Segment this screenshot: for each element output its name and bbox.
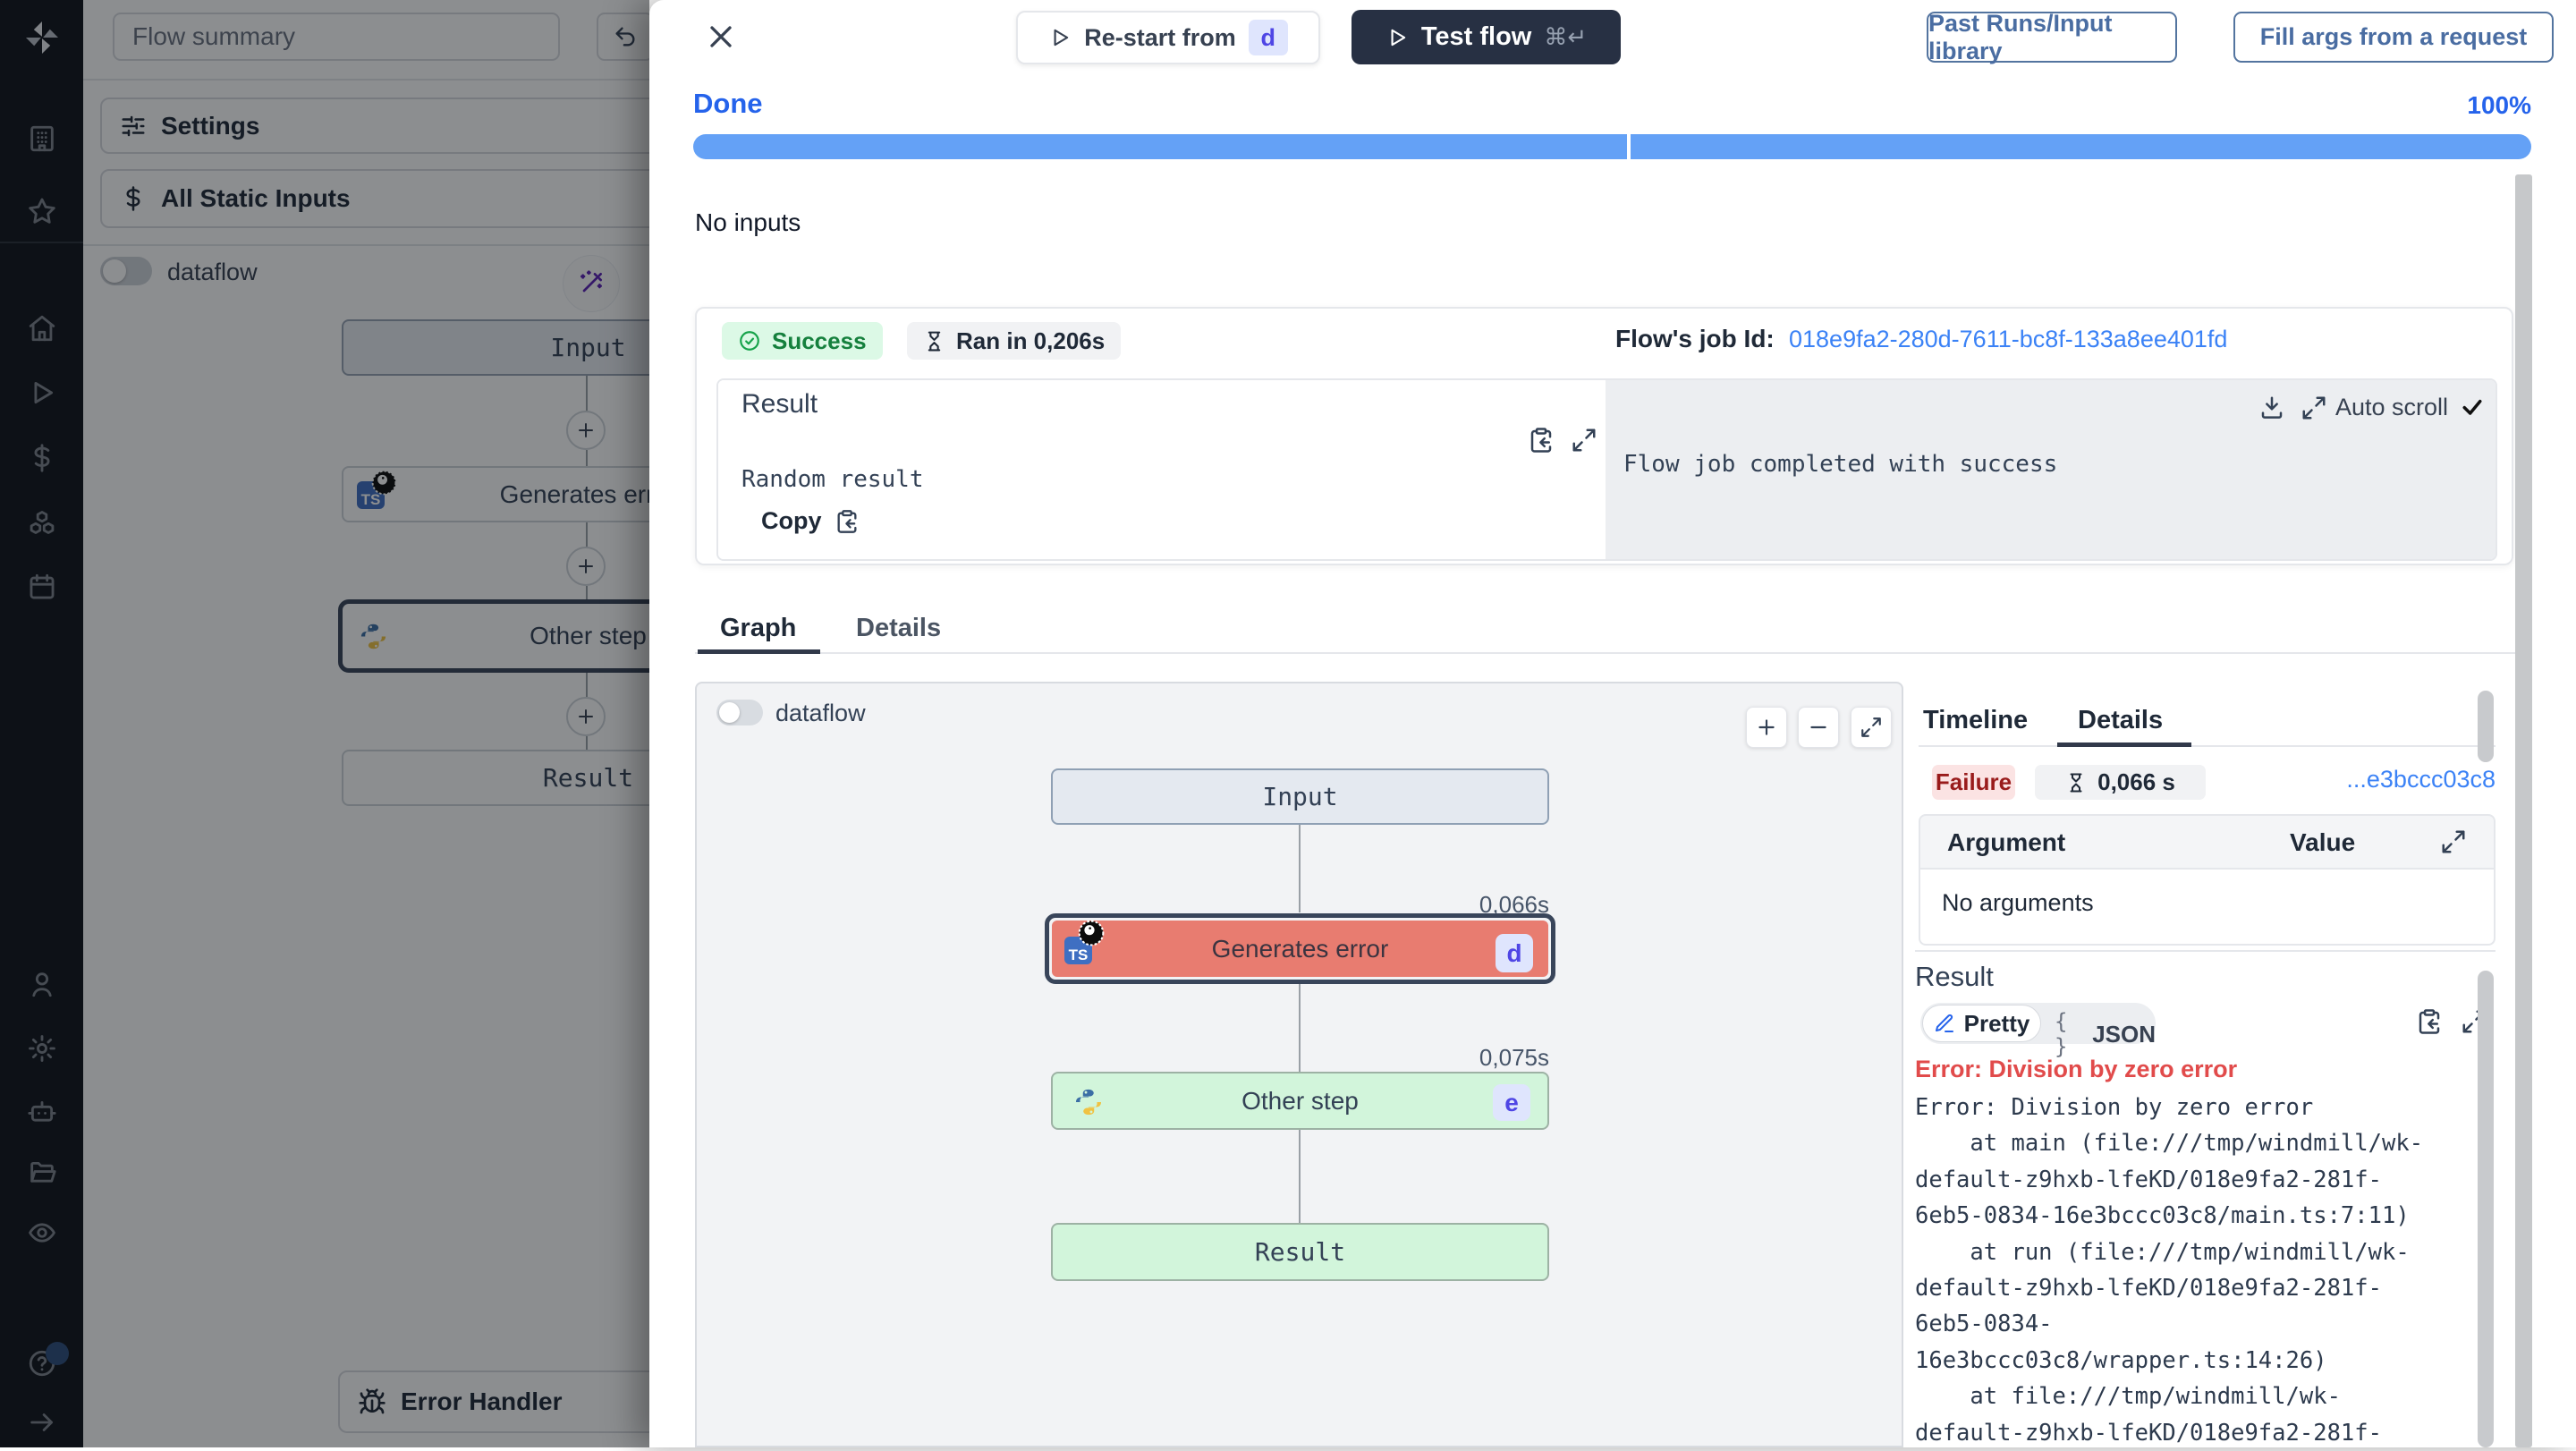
expand-logs-icon[interactable] <box>2301 395 2327 421</box>
auto-scroll-check-icon <box>2460 395 2485 420</box>
modal-scrollbar[interactable] <box>2515 174 2532 1447</box>
json-label: JSON <box>2092 1021 2156 1048</box>
graph-node-step1-label: Generates error <box>1212 935 1389 963</box>
graph-node-step2[interactable]: Other step e <box>1051 1072 1549 1130</box>
modal-backdrop[interactable] <box>0 0 649 1447</box>
step2-time: 0,075s <box>1051 1044 1549 1072</box>
tab-graph[interactable]: Graph <box>720 614 796 643</box>
progress-bar <box>693 134 2531 159</box>
graph-node-step2-label: Other step <box>1241 1087 1359 1116</box>
details-divider <box>1915 950 2496 952</box>
past-runs-button[interactable]: Past Runs/Input library <box>1927 12 2177 63</box>
pretty-label: Pretty <box>1964 1010 2030 1038</box>
logs-pane: Auto scroll Flow job completed with succ… <box>1606 380 2497 559</box>
past-runs-label: Past Runs/Input library <box>1928 10 2175 65</box>
result-value: Random result <box>741 466 924 493</box>
graph-dataflow-label: dataflow <box>775 700 866 727</box>
tab-step-details-underline <box>2057 742 2191 747</box>
graph-node-result-label: Result <box>1255 1237 1345 1267</box>
close-icon[interactable] <box>703 19 739 55</box>
test-flow-button[interactable]: Test flow ⌘↵ <box>1352 10 1621 64</box>
progress-bar-segment-divider <box>1627 134 1631 159</box>
fill-args-label: Fill args from a request <box>2260 23 2528 51</box>
braces-icon: { } <box>2055 1009 2083 1059</box>
json-toggle-button[interactable]: { } JSON <box>2055 1009 2156 1059</box>
graph-dataflow-toggle[interactable] <box>716 700 763 726</box>
graph-node-input[interactable]: Input <box>1051 768 1549 825</box>
graph-node-input-label: Input <box>1262 782 1337 811</box>
deno-icon <box>1077 919 1106 947</box>
log-text: Flow job completed with success <box>1623 451 2057 478</box>
details-tabbar-border <box>1919 745 2496 747</box>
zoom-out-button[interactable] <box>1798 707 1839 748</box>
tab-timeline[interactable]: Timeline <box>1923 706 2028 735</box>
graph-panel: dataflow Input 0,066s Generates error TS <box>695 682 1903 1447</box>
step2-key-badge: e <box>1493 1084 1530 1121</box>
step1-key-badge: d <box>1496 934 1533 972</box>
test-flow-shortcut: ⌘↵ <box>1544 24 1587 51</box>
copy-step-result-icon[interactable] <box>2416 1008 2443 1035</box>
restart-key-badge: d <box>1249 20 1288 55</box>
details-panel-scrollbar[interactable] <box>2478 691 2494 762</box>
tab-step-details[interactable]: Details <box>2078 706 2163 735</box>
copy-result-icon[interactable] <box>1528 427 1555 454</box>
failure-badge: Failure <box>1932 765 2015 800</box>
duration-badge: Ran in 0,206s <box>907 322 1121 360</box>
graph-node-result[interactable]: Result <box>1051 1223 1549 1281</box>
restart-from-button[interactable]: Re-start from d <box>1016 11 1320 64</box>
copy-button[interactable]: Copy <box>761 507 860 535</box>
step-duration-badge: 0,066 s <box>2035 765 2206 800</box>
error-stack-trace: Error: Division by zero error at main (f… <box>1915 1090 2493 1451</box>
col-value: Value <box>2290 828 2355 857</box>
success-badge: Success <box>722 322 883 360</box>
args-table-empty-row: No arguments <box>1919 870 2496 946</box>
step-result-title: Result <box>1915 961 1994 993</box>
job-id-link[interactable]: 018e9fa2-280d-7611-bc8f-133a8ee401fd <box>1789 326 2227 353</box>
auto-scroll-label[interactable]: Auto scroll <box>2335 394 2448 421</box>
result-title: Result <box>741 389 818 420</box>
test-flow-modal: Re-start from d Test flow ⌘↵ Past Runs/I… <box>649 0 2576 1447</box>
col-argument: Argument <box>1947 828 2065 857</box>
graph-node-step1-selected[interactable]: Generates error TS d <box>1045 913 1555 984</box>
duration-label: Ran in 0,206s <box>956 327 1105 355</box>
status-done-label: Done <box>693 88 763 120</box>
fit-view-button[interactable] <box>1851 707 1892 748</box>
zoom-in-button[interactable] <box>1746 707 1787 748</box>
run-result-body: Result Random result Copy <box>716 378 2497 561</box>
download-logs-icon[interactable] <box>2258 395 2285 421</box>
tab-graph-underline <box>698 649 820 654</box>
fill-args-button[interactable]: Fill args from a request <box>2233 12 2554 63</box>
result-box-scrollbar[interactable] <box>2478 971 2494 1447</box>
no-inputs-text: No inputs <box>695 208 801 237</box>
success-label: Success <box>772 327 867 355</box>
job-id-label: Flow's job Id: <box>1615 325 1775 353</box>
test-flow-label: Test flow <box>1421 22 1532 52</box>
args-table-header: Argument Value <box>1919 814 2496 870</box>
no-arguments-text: No arguments <box>1942 889 2094 917</box>
step-job-link[interactable]: ...e3bccc03c8 <box>2345 766 2496 793</box>
expand-args-icon[interactable] <box>2440 828 2467 855</box>
pretty-toggle-button[interactable]: Pretty <box>1922 1005 2041 1042</box>
result-view-toggle: Pretty { } JSON <box>1920 1003 2156 1044</box>
expand-result-icon[interactable] <box>1571 427 1597 454</box>
python-icon <box>1073 1087 1104 1117</box>
tabbar-border <box>695 652 2531 654</box>
result-pane: Result Random result Copy <box>718 380 1606 559</box>
error-title: Error: Division by zero error <box>1915 1056 2237 1083</box>
run-result-card: Success Ran in 0,206s Flow's job Id: 018… <box>695 307 2513 565</box>
progress-percent: 100% <box>2397 91 2531 120</box>
tab-details[interactable]: Details <box>856 614 941 643</box>
copy-label: Copy <box>761 507 822 535</box>
edge <box>1299 1130 1301 1223</box>
restart-from-label: Re-start from <box>1084 24 1236 52</box>
